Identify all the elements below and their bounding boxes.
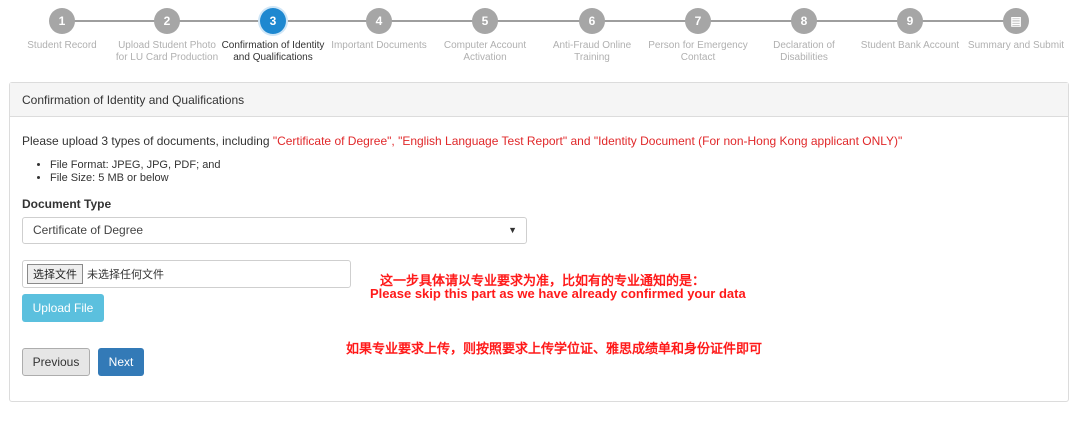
file-status: 未选择任何文件 <box>87 269 164 281</box>
step-9[interactable]: 9 Student Bank Account <box>850 0 970 52</box>
step-label: Anti-Fraud Online Training <box>552 40 632 63</box>
requirements-list: File Format: JPEG, JPG, PDF; and File Si… <box>50 159 1056 185</box>
step-summary[interactable]: ▤ Summary and Submit <box>956 0 1076 52</box>
step-6[interactable]: 6 Anti-Fraud Online Training <box>532 0 652 64</box>
step-1[interactable]: 1 Student Record <box>2 0 122 52</box>
step-2[interactable]: 2 Upload Student Photo for LU Card Produc… <box>107 0 227 64</box>
step-label: Computer Account Activation <box>443 40 527 63</box>
step-circle: 2 <box>154 8 180 34</box>
selected-value: Certificate of Degree <box>33 223 144 237</box>
step-4[interactable]: 4 Important Documents <box>319 0 439 52</box>
step-circle: 8 <box>791 8 817 34</box>
required-documents-text: "Certificate of Degree", "English Langua… <box>272 134 903 148</box>
annotation-line-3: 如果专业要求上传，则按照要求上传学位证、雅思成绩单和身份证件即可 <box>346 341 763 356</box>
step-label: Important Documents <box>331 40 427 51</box>
list-item: File Size: 5 MB or below <box>50 172 1056 185</box>
step-7[interactable]: 7 Person for Emergency Contact <box>638 0 758 64</box>
step-circle: 9 <box>897 8 923 34</box>
step-label: Student Record <box>27 40 97 51</box>
step-5[interactable]: 5 Computer Account Activation <box>425 0 545 64</box>
step-circle: 3 <box>260 8 286 34</box>
list-item: File Format: JPEG, JPG, PDF; and <box>50 159 1056 172</box>
document-type-select[interactable]: Certificate of Degree ▼ <box>22 217 527 244</box>
previous-button[interactable]: Previous <box>22 348 90 376</box>
progress-stepper: 1 Student Record 2 Upload Student Photo f… <box>0 0 1080 78</box>
document-type-label: Document Type <box>22 197 112 211</box>
step-circle: 6 <box>579 8 605 34</box>
file-input[interactable]: 选择文件 未选择任何文件 <box>22 260 351 288</box>
step-8[interactable]: 8 Declaration of Disabilities <box>744 0 864 64</box>
annotation-line-2: Please skip this part as we have already… <box>370 286 746 301</box>
upload-instructions: Please upload 3 types of documents, incl… <box>22 133 1056 149</box>
upload-file-button[interactable]: Upload File <box>22 294 104 322</box>
choose-file-button[interactable]: 选择文件 <box>27 264 83 284</box>
step-circle: 1 <box>49 8 75 34</box>
next-button[interactable]: Next <box>98 348 144 376</box>
step-label: Summary and Submit <box>967 40 1065 51</box>
step-label: Person for Emergency Contact <box>648 40 748 63</box>
step-circle: 5 <box>472 8 498 34</box>
step-label: Upload Student Photo for LU Card Producti… <box>115 40 219 63</box>
list-icon: ▤ <box>1003 8 1029 34</box>
instruction-text: Please upload 3 types of documents, incl… <box>22 134 273 148</box>
panel-title: Confirmation of Identity and Qualificati… <box>10 83 1068 117</box>
step-circle: 4 <box>366 8 392 34</box>
step-label: Confirmation of Identity and Qualificatio… <box>221 40 325 63</box>
caret-down-icon: ▼ <box>508 225 517 235</box>
step-3[interactable]: 3 Confirmation of Identity and Qualificat… <box>213 0 333 64</box>
step-circle: 7 <box>685 8 711 34</box>
step-label: Declaration of Disabilities <box>773 40 835 63</box>
step-label: Student Bank Account <box>860 40 960 51</box>
